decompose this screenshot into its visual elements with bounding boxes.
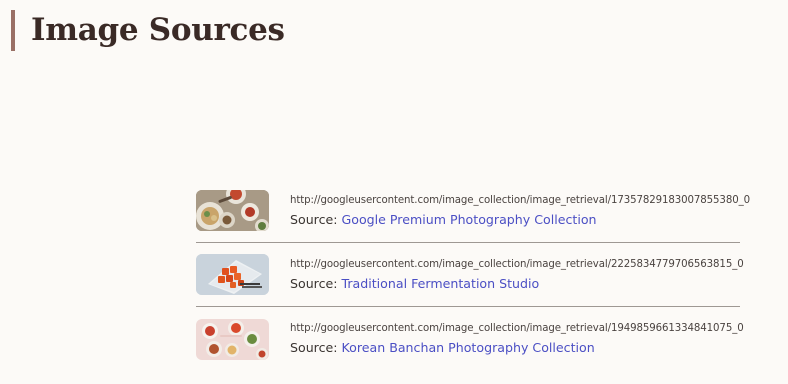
source-prefix: Source: (290, 211, 342, 227)
kimchi-plate-thumbnail[interactable] (196, 254, 269, 295)
source-prefix: Source: (290, 340, 342, 355)
source-attribution: Source: Traditional Fermentation Studio (290, 276, 740, 291)
source-link[interactable]: Google Premium Photography Collection (342, 212, 597, 227)
source-link[interactable]: Traditional Fermentation Studio (342, 276, 540, 291)
source-url[interactable]: http://googleusercontent.com/image_colle… (290, 259, 744, 270)
source-meta: http://googleusercontent.com/image_colle… (290, 323, 744, 355)
source-prefix: Source: (290, 275, 342, 291)
page-title: Image Sources (31, 12, 285, 48)
source-meta: http://googleusercontent.com/image_colle… (290, 195, 750, 227)
source-item: http://googleusercontent.com/image_colle… (196, 179, 750, 243)
page-heading: Image Sources (11, 10, 285, 51)
source-attribution: Source: Korean Banchan Photography Colle… (290, 340, 740, 355)
source-item: http://googleusercontent.com/image_colle… (196, 307, 744, 371)
source-url[interactable]: http://googleusercontent.com/image_colle… (290, 195, 750, 206)
source-attribution: Source: Google Premium Photography Colle… (290, 212, 740, 227)
source-item: http://googleusercontent.com/image_colle… (196, 243, 744, 307)
source-meta: http://googleusercontent.com/image_colle… (290, 259, 744, 291)
source-link[interactable]: Korean Banchan Photography Collection (342, 340, 595, 355)
banchan-bowls-thumbnail[interactable] (196, 318, 269, 360)
source-url[interactable]: http://googleusercontent.com/image_colle… (290, 323, 744, 334)
image-sources-list: http://googleusercontent.com/image_colle… (196, 179, 750, 371)
korean-food-table-thumbnail[interactable] (196, 190, 269, 231)
